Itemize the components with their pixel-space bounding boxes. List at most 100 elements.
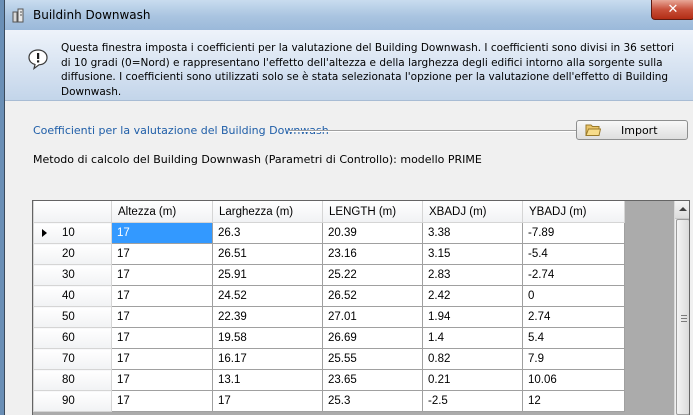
section-title: Coefficienti per la valutazione del Buil… bbox=[33, 124, 329, 137]
table-cell[interactable]: 23.65 bbox=[322, 369, 423, 391]
row-sector-label: 30 bbox=[62, 269, 75, 281]
grip-icon bbox=[681, 315, 687, 322]
table-row[interactable]: 70 17 16.17 25.55 0.82 7.9 bbox=[33, 348, 625, 370]
scrollbar-thumb[interactable] bbox=[676, 219, 689, 415]
method-label: Metodo di calcolo del Building Downwash … bbox=[33, 153, 482, 166]
building-downwash-window: Buildinh Downwash ✕ Questa finestra impo… bbox=[4, 0, 693, 415]
table-cell[interactable]: 17 bbox=[111, 285, 213, 307]
section-divider bbox=[289, 130, 577, 132]
row-header[interactable]: 20 bbox=[33, 243, 112, 265]
table-cell[interactable]: 12 bbox=[522, 390, 625, 412]
row-sector-label: 40 bbox=[62, 290, 75, 302]
row-header[interactable]: 90 bbox=[33, 390, 112, 412]
column-header-ybadj[interactable]: YBADJ (m) bbox=[522, 201, 625, 223]
table-row[interactable]: 10 17 26.3 20.39 3.38 -7.89 bbox=[33, 222, 625, 244]
table-cell[interactable]: 19.58 bbox=[212, 327, 323, 349]
import-button[interactable]: Import bbox=[576, 120, 688, 140]
row-header[interactable]: 70 bbox=[33, 348, 112, 370]
table-cell[interactable]: 27.01 bbox=[322, 306, 423, 328]
table-cell[interactable]: 17 bbox=[212, 390, 323, 412]
row-header[interactable]: 60 bbox=[33, 327, 112, 349]
table-cell[interactable]: 17 bbox=[111, 243, 213, 265]
table-row[interactable]: 20 17 26.51 23.16 3.15 -5.4 bbox=[33, 243, 625, 265]
column-header-length[interactable]: LENGTH (m) bbox=[322, 201, 423, 223]
table-cell[interactable]: 1.94 bbox=[422, 306, 523, 328]
table-cell[interactable]: 26.69 bbox=[322, 327, 423, 349]
close-button[interactable]: ✕ bbox=[651, 0, 693, 20]
title-bar[interactable]: Buildinh Downwash ✕ bbox=[5, 0, 693, 30]
table-cell[interactable]: 25.91 bbox=[212, 264, 323, 286]
row-sector-label: 80 bbox=[62, 374, 75, 386]
table-row[interactable]: 30 17 25.91 25.22 2.83 -2.74 bbox=[33, 264, 625, 286]
column-header-larghezza[interactable]: Larghezza (m) bbox=[212, 201, 323, 223]
table-cell[interactable]: 17 bbox=[111, 369, 213, 391]
row-sector-label: 20 bbox=[62, 248, 75, 260]
row-sector-label: 10 bbox=[62, 227, 75, 239]
table-cell[interactable]: 2.42 bbox=[422, 285, 523, 307]
header-row: Altezza (m) Larghezza (m) LENGTH (m) XBA… bbox=[33, 201, 625, 223]
row-header[interactable]: 80 bbox=[33, 369, 112, 391]
table-row[interactable]: 60 17 19.58 26.69 1.4 5.4 bbox=[33, 327, 625, 349]
table-cell[interactable]: 1.4 bbox=[422, 327, 523, 349]
table-cell[interactable]: -2.5 bbox=[422, 390, 523, 412]
table-cell[interactable]: 16.17 bbox=[212, 348, 323, 370]
table-cell[interactable]: 22.39 bbox=[212, 306, 323, 328]
table-row[interactable]: 80 17 13.1 23.65 0.21 10.06 bbox=[33, 369, 625, 391]
row-header[interactable]: 50 bbox=[33, 306, 112, 328]
table-cell[interactable]: 17 bbox=[111, 264, 213, 286]
table-cell[interactable]: 5.4 bbox=[522, 327, 625, 349]
table-row[interactable]: 40 17 24.52 26.52 2.42 0 bbox=[33, 285, 625, 307]
table-cell[interactable]: 23.16 bbox=[322, 243, 423, 265]
table-cell[interactable]: -2.74 bbox=[522, 264, 625, 286]
table-cell[interactable]: 10.06 bbox=[522, 369, 625, 391]
table-cell[interactable]: 3.15 bbox=[422, 243, 523, 265]
coefficients-table: Altezza (m) Larghezza (m) LENGTH (m) XBA… bbox=[33, 201, 625, 412]
table-cell[interactable]: -7.89 bbox=[522, 222, 625, 244]
table-cell[interactable]: 26.52 bbox=[322, 285, 423, 307]
table-cell[interactable]: 0.82 bbox=[422, 348, 523, 370]
row-sector-label: 70 bbox=[62, 353, 75, 365]
table-cell[interactable]: 17 bbox=[111, 327, 213, 349]
table-cell[interactable]: 25.55 bbox=[322, 348, 423, 370]
row-sector-label: 90 bbox=[62, 395, 75, 407]
table-row[interactable]: 90 17 17 25.3 -2.5 12 bbox=[33, 390, 625, 412]
corner-header[interactable] bbox=[33, 201, 112, 223]
table-cell[interactable]: 26.3 bbox=[212, 222, 323, 244]
table-cell[interactable]: 13.1 bbox=[212, 369, 323, 391]
app-icon bbox=[12, 8, 24, 23]
table-cell[interactable]: 3.38 bbox=[422, 222, 523, 244]
table-row[interactable]: 50 17 22.39 27.01 1.94 2.74 bbox=[33, 306, 625, 328]
scroll-up-arrow-icon[interactable] bbox=[675, 201, 689, 219]
vertical-scrollbar[interactable] bbox=[674, 201, 689, 415]
table-cell[interactable]: 0 bbox=[522, 285, 625, 307]
coefficients-grid[interactable]: Altezza (m) Larghezza (m) LENGTH (m) XBA… bbox=[32, 200, 690, 415]
info-icon bbox=[28, 49, 48, 70]
row-header[interactable]: 30 bbox=[33, 264, 112, 286]
table-cell[interactable]: 25.3 bbox=[322, 390, 423, 412]
table-cell[interactable]: -5.4 bbox=[522, 243, 625, 265]
info-panel: Questa finestra imposta i coefficienti p… bbox=[5, 30, 693, 101]
table-cell[interactable]: 17 bbox=[111, 348, 213, 370]
row-sector-label: 50 bbox=[62, 311, 75, 323]
import-button-label: Import bbox=[621, 124, 658, 137]
table-cell[interactable]: 20.39 bbox=[322, 222, 423, 244]
table-cell[interactable]: 25.22 bbox=[322, 264, 423, 286]
column-header-altezza[interactable]: Altezza (m) bbox=[111, 201, 213, 223]
row-header[interactable]: 40 bbox=[33, 285, 112, 307]
table-cell[interactable]: 2.83 bbox=[422, 264, 523, 286]
table-cell[interactable]: 17 bbox=[111, 222, 213, 244]
table-cell[interactable]: 0.21 bbox=[422, 369, 523, 391]
row-sector-label: 60 bbox=[62, 332, 75, 344]
current-row-arrow-icon bbox=[42, 229, 47, 237]
table-cell[interactable]: 2.74 bbox=[522, 306, 625, 328]
column-header-xbadj[interactable]: XBADJ (m) bbox=[422, 201, 523, 223]
info-description: Questa finestra imposta i coefficienti p… bbox=[61, 42, 675, 98]
row-header[interactable]: 10 bbox=[33, 222, 112, 244]
table-cell[interactable]: 17 bbox=[111, 306, 213, 328]
table-cell[interactable]: 17 bbox=[111, 390, 213, 412]
window-title: Buildinh Downwash bbox=[33, 8, 151, 22]
table-cell[interactable]: 26.51 bbox=[212, 243, 323, 265]
folder-icon bbox=[585, 124, 601, 136]
table-cell[interactable]: 7.9 bbox=[522, 348, 625, 370]
table-cell[interactable]: 24.52 bbox=[212, 285, 323, 307]
